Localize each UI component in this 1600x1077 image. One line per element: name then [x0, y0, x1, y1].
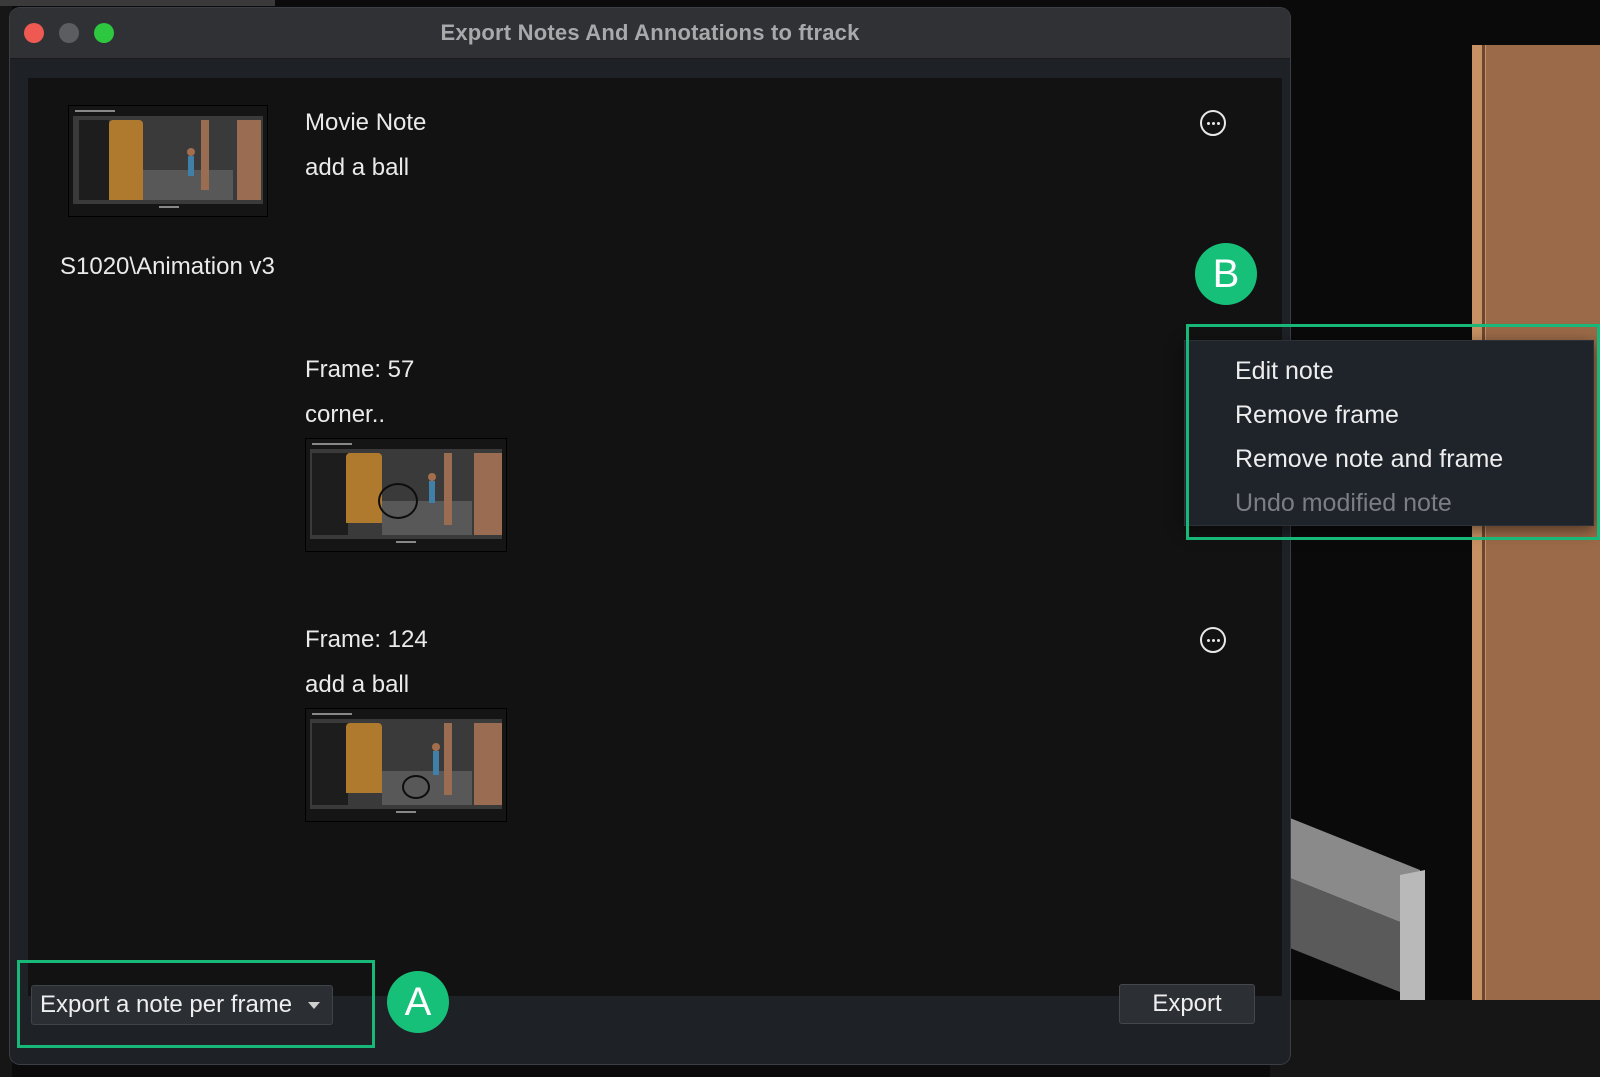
callout-b-highlight	[1186, 324, 1600, 540]
title-bar: Export Notes And Annotations to ftrack	[10, 8, 1290, 59]
callout-a-badge: A	[387, 971, 449, 1033]
note-text: add a ball	[305, 671, 410, 698]
note-header: Movie Note	[305, 109, 427, 136]
note-header: Frame: 57	[305, 356, 415, 383]
window-title: Export Notes And Annotations to ftrack	[440, 20, 860, 45]
more-options-icon[interactable]	[1200, 627, 1226, 653]
more-options-icon[interactable]	[1200, 110, 1226, 136]
version-thumbnail	[68, 105, 268, 217]
notes-list: S1020\Animation v3 Movie Note add a ball…	[28, 78, 1282, 996]
frame-thumbnail	[305, 708, 507, 822]
callout-a-highlight	[17, 960, 375, 1048]
note-text: corner..	[305, 401, 386, 428]
export-dialog: Export Notes And Annotations to ftrack S…	[10, 8, 1290, 1064]
background-topbar	[0, 0, 275, 6]
export-button[interactable]: Export	[1119, 984, 1255, 1024]
note-header: Frame: 124	[305, 626, 428, 653]
frame-thumbnail	[305, 438, 507, 552]
note-text: add a ball	[305, 154, 410, 181]
version-name: S1020\Animation v3	[60, 253, 275, 280]
callout-b-badge: B	[1195, 243, 1257, 305]
